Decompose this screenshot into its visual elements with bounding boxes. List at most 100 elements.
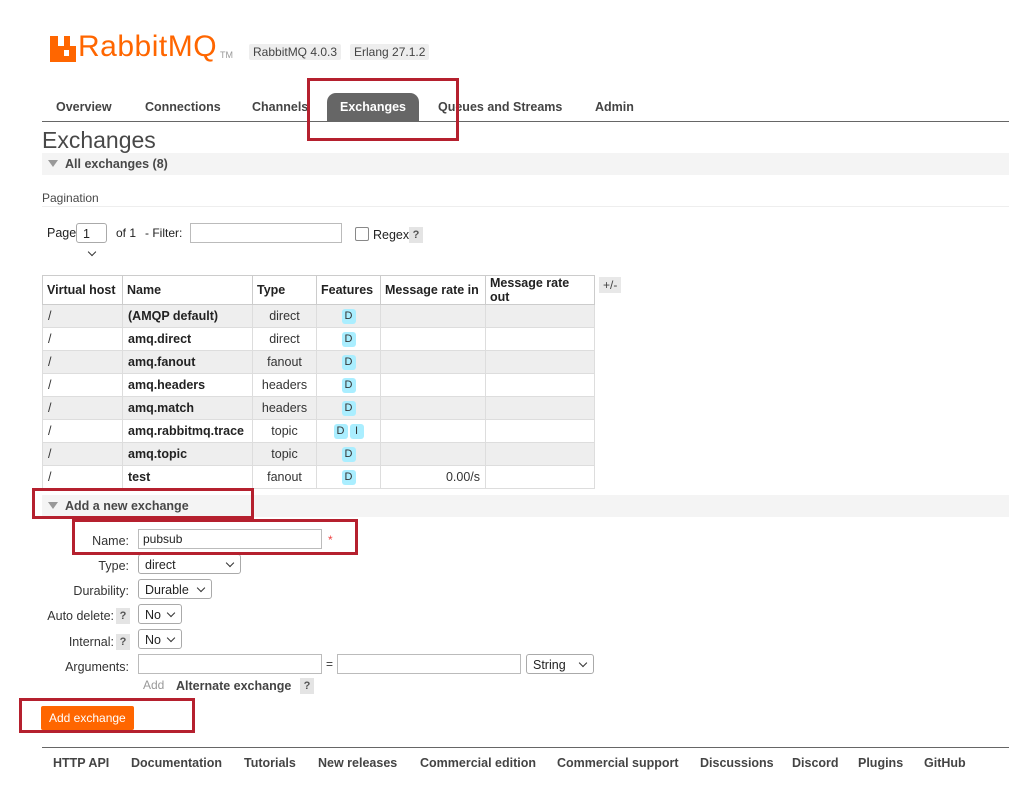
all-exchanges-section-toggle[interactable]: All exchanges (8) (42, 153, 1009, 175)
table-row: / amq.match headers D (42, 396, 595, 420)
col-name[interactable]: Name (122, 275, 253, 305)
arguments-label: Arguments: (65, 660, 129, 674)
col-message-rate-out[interactable]: Message rate out (485, 275, 595, 305)
durable-badge: D (333, 424, 348, 439)
type-cell: topic (252, 419, 317, 443)
exchange-name-link[interactable]: amq.match (122, 396, 253, 420)
table-row: / amq.fanout fanout D (42, 350, 595, 374)
rate-in-cell (380, 396, 486, 420)
table-row: / (AMQP default) direct D (42, 304, 595, 328)
tab-channels[interactable]: Channels (252, 93, 308, 121)
features-cell: D (316, 350, 381, 374)
erlang-version-badge: Erlang 27.1.2 (350, 44, 430, 60)
version-badge: RabbitMQ 4.0.3 (249, 44, 342, 60)
regex-help-icon[interactable]: ? (409, 227, 423, 243)
rate-out-cell (485, 327, 595, 351)
exchange-name-link[interactable]: amq.rabbitmq.trace (122, 419, 253, 443)
features-cell: D (316, 327, 381, 351)
rate-in-cell (380, 350, 486, 374)
durable-badge: D (341, 470, 356, 485)
exchange-name-link[interactable]: amq.headers (122, 373, 253, 397)
type-cell: headers (252, 373, 317, 397)
highlight-box-add-button (19, 698, 195, 733)
highlight-box-name-field (72, 519, 358, 555)
auto-delete-select[interactable]: No (138, 604, 182, 624)
pagination-label: Pagination (42, 191, 99, 205)
auto-delete-label: Auto delete: (47, 609, 114, 623)
filter-input[interactable] (190, 223, 342, 243)
vhost-cell: / (42, 396, 123, 420)
features-cell: D (316, 465, 381, 489)
argument-type-select[interactable]: String (526, 654, 594, 674)
exchange-name-link[interactable]: test (122, 465, 253, 489)
footer-link-github[interactable]: GitHub (924, 756, 966, 770)
type-select[interactable]: direct (138, 554, 241, 574)
exchange-name-link[interactable]: amq.topic (122, 442, 253, 466)
footer-link-tutorials[interactable]: Tutorials (244, 756, 296, 770)
rate-in-cell (380, 373, 486, 397)
exchange-name-link[interactable]: amq.direct (122, 327, 253, 351)
footer-link-plugins[interactable]: Plugins (858, 756, 903, 770)
type-cell: fanout (252, 465, 317, 489)
internal-help-icon[interactable]: ? (116, 634, 130, 650)
all-exchanges-heading: All exchanges (8) (65, 157, 168, 171)
type-label: Type: (98, 559, 129, 573)
alternate-exchange-link[interactable]: Alternate exchange (176, 679, 291, 693)
durable-badge: D (341, 378, 356, 393)
page-label: Page (47, 226, 77, 240)
exchange-name-link[interactable]: (AMQP default) (122, 304, 253, 328)
argument-value-input[interactable] (337, 654, 521, 674)
chevron-down-icon (166, 633, 176, 643)
durable-badge: D (341, 401, 356, 416)
tab-overview[interactable]: Overview (56, 93, 112, 121)
column-toggle-button[interactable]: +/- (599, 277, 622, 293)
col-virtual-host[interactable]: Virtual host (42, 275, 123, 305)
alternate-exchange-help-icon[interactable]: ? (300, 678, 314, 694)
rate-out-cell (485, 350, 595, 374)
tab-admin[interactable]: Admin (595, 93, 634, 121)
footer-link-documentation[interactable]: Documentation (131, 756, 222, 770)
col-type[interactable]: Type (252, 275, 317, 305)
col-message-rate-in[interactable]: Message rate in (380, 275, 486, 305)
footer-link-discord[interactable]: Discord (792, 756, 839, 770)
regex-label: Regex (373, 228, 410, 242)
rate-in-cell (380, 419, 486, 443)
rate-out-cell (485, 419, 595, 443)
rate-out-cell (485, 373, 595, 397)
durable-badge: D (341, 309, 356, 324)
main-nav: Overview Connections Channels Exchanges … (42, 93, 1009, 122)
footer-link-commercial-support[interactable]: Commercial support (557, 756, 679, 770)
rate-in-cell (380, 304, 486, 328)
exchange-name-link[interactable]: amq.fanout (122, 350, 253, 374)
footer-link-new-releases[interactable]: New releases (318, 756, 397, 770)
table-row: / amq.rabbitmq.trace topic DI (42, 419, 595, 443)
footer-link-http-api[interactable]: HTTP API (53, 756, 109, 770)
durable-badge: D (341, 332, 356, 347)
durable-badge: D (341, 355, 356, 370)
tab-connections[interactable]: Connections (145, 93, 221, 121)
rate-in-cell: 0.00/s (380, 465, 486, 489)
internal-select[interactable]: No (138, 629, 182, 649)
page-title: Exchanges (42, 127, 156, 153)
highlight-box-add-exchange-section (32, 488, 254, 519)
page-select[interactable]: 1 (76, 223, 107, 257)
auto-delete-help-icon[interactable]: ? (116, 608, 130, 624)
table-row: / test fanout D 0.00/s (42, 465, 595, 489)
features-cell: D (316, 396, 381, 420)
rate-out-cell (485, 396, 595, 420)
chevron-down-icon (225, 558, 235, 568)
argument-key-input[interactable] (138, 654, 322, 674)
footer-link-commercial-edition[interactable]: Commercial edition (420, 756, 536, 770)
rate-out-cell (485, 442, 595, 466)
table-row: / amq.topic topic D (42, 442, 595, 466)
rabbitmq-logo[interactable]: RabbitMQ TM (50, 26, 233, 62)
features-cell: DI (316, 419, 381, 443)
equals-sign: = (326, 657, 334, 671)
internal-label: Internal: (68, 635, 114, 649)
col-features: Features (316, 275, 381, 305)
durability-select[interactable]: Durable (138, 579, 212, 599)
footer-link-discussions[interactable]: Discussions (700, 756, 774, 770)
type-cell: headers (252, 396, 317, 420)
vhost-cell: / (42, 373, 123, 397)
regex-checkbox[interactable] (355, 227, 369, 241)
